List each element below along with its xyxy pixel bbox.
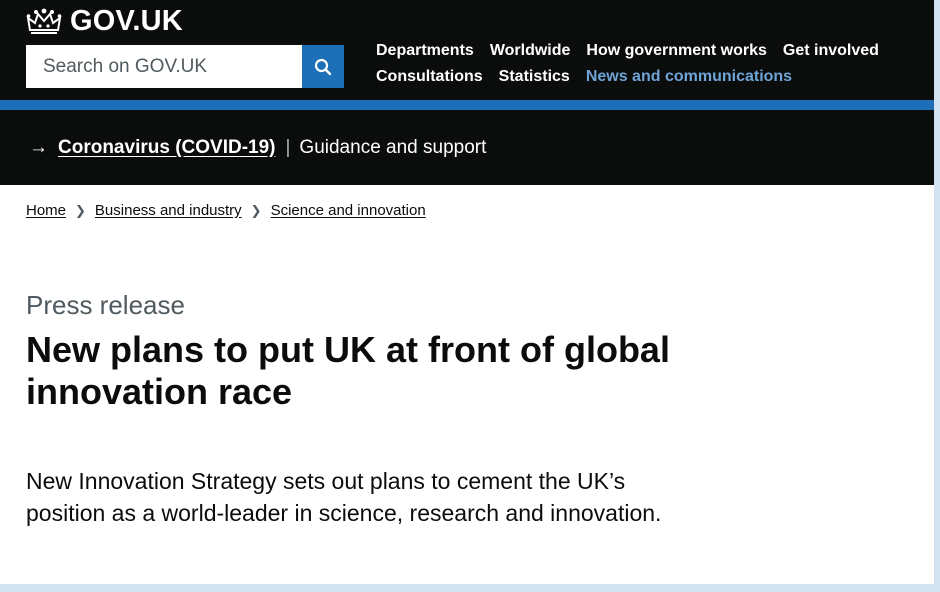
main-navigation: Departments Worldwide How government wor…	[376, 40, 916, 88]
search-input[interactable]	[26, 45, 302, 88]
banner-separator: |	[285, 136, 291, 158]
crown-icon	[26, 8, 62, 34]
banner-text: Guidance and support	[299, 136, 487, 158]
search-button[interactable]	[302, 45, 344, 88]
breadcrumb-science-and-innovation[interactable]: Science and innovation	[271, 202, 426, 219]
page-title: New plans to put UK at front of global i…	[26, 329, 670, 412]
nav-get-involved[interactable]: Get involved	[783, 40, 879, 62]
page-lede: New Innovation Strategy sets out plans t…	[26, 468, 662, 526]
nav-consultations[interactable]: Consultations	[376, 66, 483, 88]
nav-news-and-communications[interactable]: News and communications	[586, 66, 792, 88]
search-form	[26, 45, 344, 88]
page-caption: Press release	[26, 290, 185, 320]
page-frame: GOV.UK Departments Worldwide How governm…	[0, 0, 934, 584]
nav-statistics[interactable]: Statistics	[499, 66, 570, 88]
breadcrumb-home[interactable]: Home	[26, 202, 66, 219]
covid-link[interactable]: Coronavirus (COVID-19)	[58, 137, 275, 159]
breadcrumb-business-and-industry[interactable]: Business and industry	[95, 202, 242, 219]
chevron-right-icon: ❯	[75, 202, 86, 218]
search-icon	[314, 58, 332, 75]
site-header: GOV.UK Departments Worldwide How governm…	[0, 0, 934, 100]
chevron-right-icon: ❯	[250, 202, 262, 218]
arrow-right-icon: →	[29, 136, 48, 158]
nav-worldwide[interactable]: Worldwide	[490, 40, 571, 62]
nav-departments[interactable]: Departments	[376, 40, 474, 62]
brand-name: GOV.UK	[70, 4, 183, 37]
header-blue-bar	[0, 100, 934, 110]
covid-banner: → Coronavirus (COVID-19) | Guidance and …	[0, 110, 934, 185]
breadcrumb: Home ❯ Business and industry ❯ Science a…	[26, 202, 426, 219]
govuk-logo-link[interactable]: GOV.UK	[26, 4, 183, 38]
nav-how-government-works[interactable]: How government works	[586, 40, 766, 62]
